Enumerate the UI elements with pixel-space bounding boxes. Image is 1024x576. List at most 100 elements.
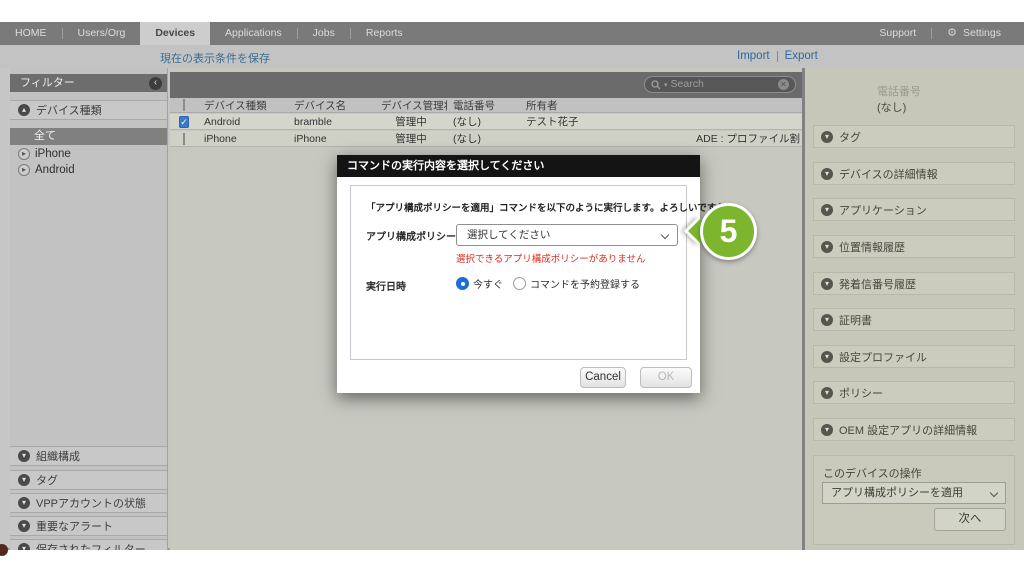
chevron-down-icon: ▾ (821, 350, 833, 363)
detail-section-oem-settings[interactable]: ▾ OEM 設定アプリの詳細情報 (813, 418, 1015, 441)
detail-section-call-history[interactable]: ▾ 発着信番号履歴 (813, 272, 1015, 295)
chevron-up-icon: ▴ (18, 104, 30, 116)
save-view-link[interactable]: 現在の表示条件を保存 (160, 50, 270, 66)
chevron-down-icon: ▾ (821, 203, 833, 216)
support-link[interactable]: Support (864, 22, 931, 45)
detail-section-label: タグ (839, 131, 861, 144)
column-header-type[interactable]: デバイス種類 (198, 98, 288, 113)
filter-section-org[interactable]: ▾ 組織構成 (10, 446, 167, 466)
chevron-down-icon: ▾ (821, 386, 833, 399)
cell-status: 管理中 (395, 133, 427, 145)
import-export-links: Import Export (737, 50, 818, 62)
chevron-down-icon: ▾ (18, 543, 30, 550)
nav-tab-applications[interactable]: Applications (210, 22, 297, 45)
detail-section-config-profiles[interactable]: ▾ 設定プロファイル (813, 345, 1015, 368)
detail-section-device-info[interactable]: ▾ デバイスの詳細情報 (813, 162, 1015, 185)
detail-section-label: 設定プロファイル (839, 351, 927, 364)
command-modal: コマンドの実行内容を選択してください 「アプリ構成ポリシーを適用」コマンドを以下… (337, 155, 736, 393)
filter-option-label: iPhone (35, 148, 71, 160)
nav-tab-devices[interactable]: Devices (140, 22, 211, 45)
column-header-status[interactable]: デバイス管理状態 (375, 98, 447, 113)
filter-option-all[interactable]: 全て (10, 128, 167, 145)
detail-section-label: アプリケーション (839, 204, 927, 217)
chevron-down-icon: ▾ (18, 520, 30, 532)
next-button[interactable]: 次へ (934, 508, 1006, 531)
filter-section-alerts[interactable]: ▾ 重要なアラート (10, 516, 167, 536)
table-row[interactable]: iPhone iPhone 管理中 (なし) ADE : プロファイル割 (170, 131, 802, 147)
chevron-right-icon: ▸ (18, 148, 30, 160)
corner-artifact (0, 544, 8, 556)
detail-section-label: 位置情報履歴 (839, 241, 905, 254)
detail-section-applications[interactable]: ▾ アプリケーション (813, 198, 1015, 221)
filter-section-label: タグ (36, 475, 58, 487)
column-header-owner[interactable]: 所有者 (520, 98, 640, 113)
row-checkbox[interactable]: ✓ (179, 115, 189, 128)
device-action-select[interactable]: アプリ構成ポリシーを適用 (822, 482, 1006, 504)
filter-section-vpp[interactable]: ▾ VPPアカウントの状態 (10, 493, 167, 513)
table-toolbar: ▾ Search ✕ (170, 72, 802, 98)
detail-section-location-history[interactable]: ▾ 位置情報履歴 (813, 235, 1015, 258)
filter-section-saved-filters[interactable]: ▾ 保存されたフィルター (10, 539, 167, 550)
policy-error-message: 選択できるアプリ構成ポリシーがありません (456, 254, 646, 265)
policy-select[interactable]: 選択してください (456, 224, 678, 246)
nav-tab-home[interactable]: HOME (0, 22, 62, 45)
detail-section-label: OEM 設定アプリの詳細情報 (839, 424, 978, 437)
detail-section-policies[interactable]: ▾ ポリシー (813, 381, 1015, 404)
column-header-phone[interactable]: 電話番号 (447, 98, 520, 113)
policy-select-value: 選択してください (467, 229, 551, 241)
row-checkbox[interactable] (183, 132, 185, 145)
device-action-selected-value: アプリ構成ポリシーを適用 (831, 487, 963, 499)
modal-title: コマンドの実行内容を選択してください (337, 155, 700, 177)
column-header-name[interactable]: デバイス名 (288, 98, 375, 113)
radio-option-now[interactable]: 今すぐ (456, 276, 503, 291)
sub-toolbar (0, 45, 1024, 68)
phone-number-value: (なし) (877, 102, 907, 114)
chevron-down-icon: ▾ (18, 497, 30, 509)
radio-schedule-button[interactable] (513, 277, 526, 290)
filter-section-tags[interactable]: ▾ タグ (10, 470, 167, 490)
device-actions-title: このデバイスの操作 (823, 468, 922, 480)
cell-status: 管理中 (395, 116, 427, 128)
ok-button-disabled[interactable]: OK (640, 367, 692, 388)
nav-tab-users-org[interactable]: Users/Org (63, 22, 141, 45)
filter-section-label: 保存されたフィルター (36, 544, 146, 550)
search-scope-caret-icon[interactable]: ▾ (664, 81, 668, 89)
radio-now-button[interactable] (456, 277, 469, 290)
detail-section-label: ポリシー (839, 387, 883, 400)
sidebar-collapse-button[interactable]: ‹ (149, 76, 162, 90)
search-input[interactable]: ▾ Search ✕ (644, 76, 796, 93)
filter-option-iphone[interactable]: ▸ iPhone (18, 148, 71, 160)
filter-section-label: VPPアカウントの状態 (36, 498, 147, 510)
detail-section-tags[interactable]: ▾ タグ (813, 125, 1015, 148)
search-clear-icon[interactable]: ✕ (778, 79, 789, 90)
export-link[interactable]: Export (785, 50, 818, 62)
chevron-down-icon: ▾ (18, 450, 30, 462)
import-link[interactable]: Import (737, 50, 770, 62)
chevron-down-icon: ▾ (821, 277, 833, 290)
cell-note: ADE : プロファイル割 (696, 133, 800, 145)
app-window: HOME Users/Org Devices Applications Jobs… (0, 0, 1024, 576)
step-badge: 5 (700, 203, 757, 260)
cell-phone: (なし) (453, 133, 481, 145)
filter-option-android[interactable]: ▸ Android (18, 164, 75, 176)
radio-option-schedule[interactable]: コマンドを予約登録する (513, 276, 640, 291)
filter-section-device-type[interactable]: ▴ デバイス種類 (10, 100, 167, 120)
schedule-radio-group: 今すぐ コマンドを予約登録する (456, 276, 640, 291)
nav-tab-reports[interactable]: Reports (351, 22, 418, 45)
schedule-field-label: 実行日時 (366, 282, 406, 293)
detail-section-label: デバイスの詳細情報 (839, 168, 938, 181)
select-all-checkbox[interactable] (183, 99, 185, 111)
policy-field-label: アプリ構成ポリシー※ (366, 228, 470, 243)
detail-section-label: 発着信番号履歴 (839, 278, 916, 291)
nav-right-group: Support ⚙ Settings (864, 22, 1024, 45)
cancel-button[interactable]: Cancel (580, 367, 626, 388)
filter-sidebar: フィルター ‹ ▴ デバイス種類 全て ▸ iPhone ▸ Android ▾… (10, 68, 168, 550)
modal-message: 「アプリ構成ポリシーを適用」コマンドを以下のように実行します。よろしいですか？ (366, 203, 736, 214)
table-row[interactable]: ✓ Android bramble 管理中 (なし) テスト花子 (170, 114, 802, 130)
filter-section-label: デバイス種類 (36, 105, 102, 117)
nav-tab-jobs[interactable]: Jobs (298, 22, 350, 45)
detail-section-certificates[interactable]: ▾ 証明書 (813, 308, 1015, 331)
cell-device-type: Android (204, 115, 241, 128)
device-detail-panel: 電話番号 (なし) ▾ タグ ▾ デバイスの詳細情報 ▾ アプリケーション ▾ … (805, 68, 1024, 550)
settings-link[interactable]: ⚙ Settings (932, 22, 1016, 45)
